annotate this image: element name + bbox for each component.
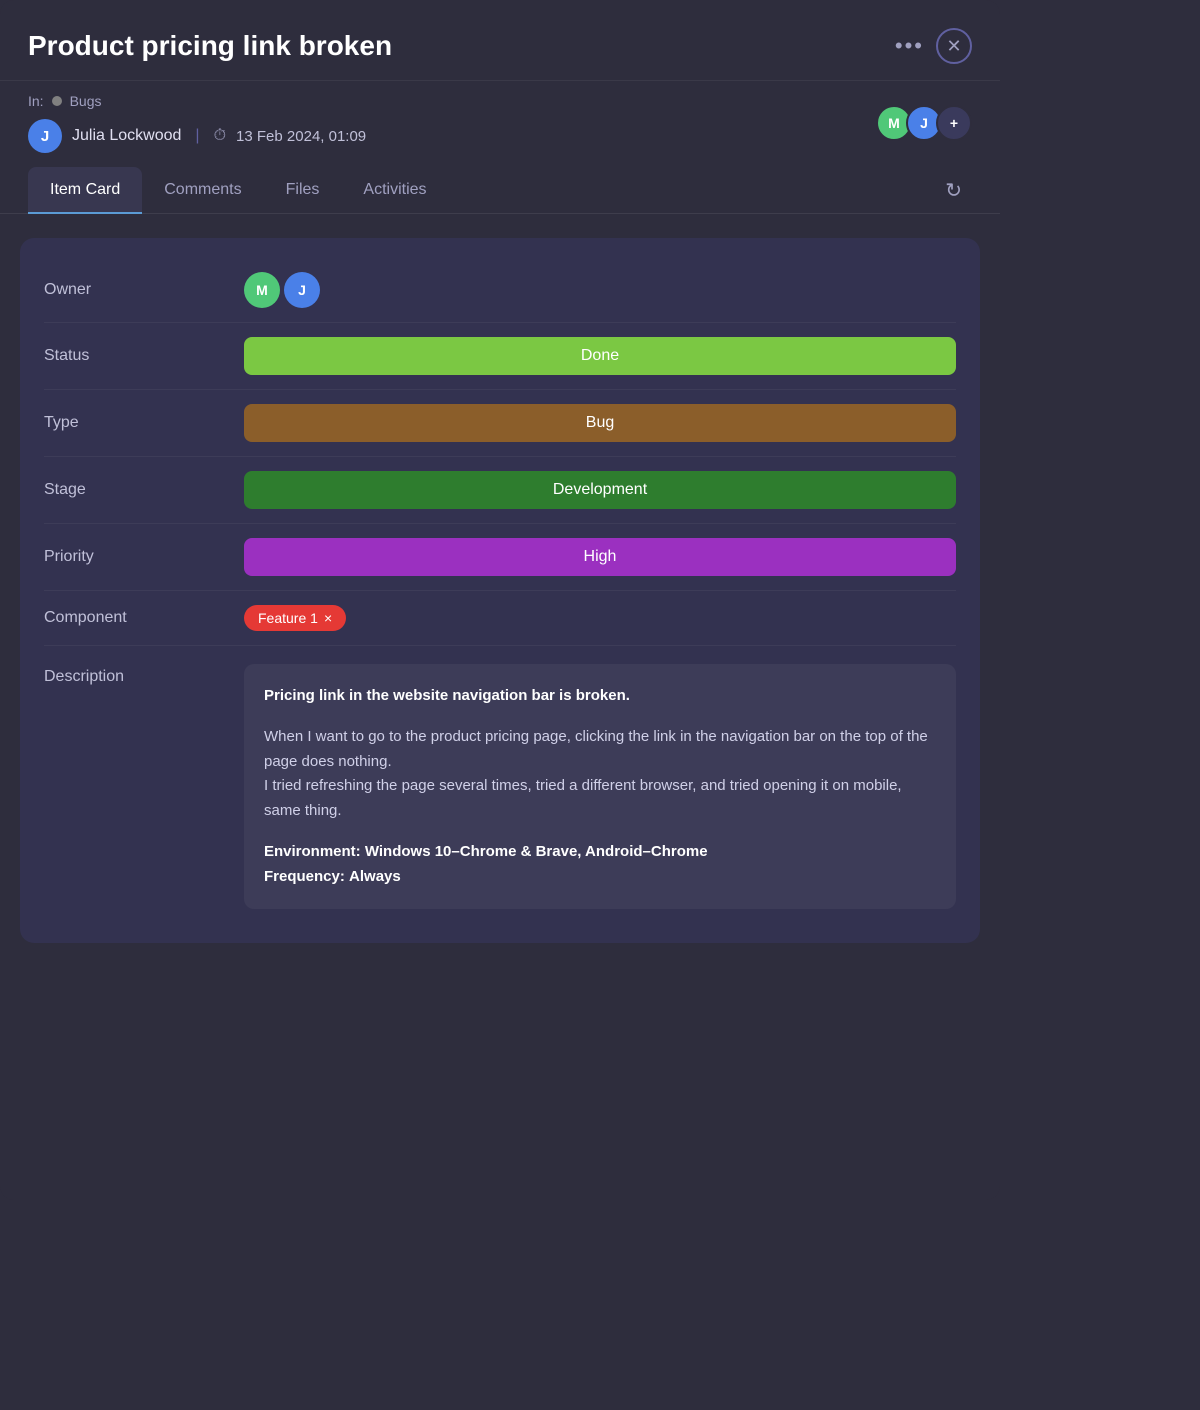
user-name: Julia Lockwood <box>72 127 181 145</box>
breadcrumb-category: Bugs <box>70 93 102 109</box>
owner-value: M J <box>244 272 956 308</box>
field-component: Component Feature 1 × <box>44 591 956 646</box>
component-label: Component <box>44 609 244 627</box>
env-value: Windows 10–Chrome & Brave, Android–Chrom… <box>365 843 708 860</box>
component-remove-icon[interactable]: × <box>324 610 332 626</box>
stage-value: Development <box>244 471 956 509</box>
avatar-group: M J + <box>882 105 972 141</box>
divider: | <box>195 127 199 145</box>
owner-avatar-j[interactable]: J <box>284 272 320 308</box>
field-owner: Owner M J <box>44 258 956 323</box>
tab-item-card[interactable]: Item Card <box>28 167 142 213</box>
stage-badge[interactable]: Development <box>244 471 956 509</box>
tab-comments[interactable]: Comments <box>142 167 263 213</box>
in-label: In: <box>28 93 44 109</box>
component-tag-text: Feature 1 <box>258 610 318 626</box>
subheader-left: In: Bugs J Julia Lockwood | ⏱ 13 Feb 202… <box>28 93 366 153</box>
freq-line: Frequency: Always <box>264 865 936 890</box>
user-avatar: J <box>28 119 62 153</box>
priority-badge[interactable]: High <box>244 538 956 576</box>
time-icon: ⏱ <box>214 127 226 145</box>
user-row: J Julia Lockwood | ⏱ 13 Feb 2024, 01:09 <box>28 119 366 153</box>
header-actions: ••• ✕ <box>895 28 972 64</box>
field-stage: Stage Development <box>44 457 956 524</box>
tabs-bar: Item Card Comments Files Activities ↻ <box>0 167 1000 214</box>
tab-item-card-label: Item Card <box>50 181 120 198</box>
description-bold: Pricing link in the website navigation b… <box>264 684 936 709</box>
content-area: Owner M J Status Done Type Bug <box>0 214 1000 967</box>
description-box: Pricing link in the website navigation b… <box>244 664 956 909</box>
status-label: Status <box>44 347 244 365</box>
type-badge[interactable]: Bug <box>244 404 956 442</box>
breadcrumb-dot <box>52 96 62 106</box>
component-value: Feature 1 × <box>244 605 956 631</box>
add-member-button[interactable]: + <box>936 105 972 141</box>
component-tag[interactable]: Feature 1 × <box>244 605 346 631</box>
type-value: Bug <box>244 404 956 442</box>
breadcrumb: In: Bugs <box>28 93 366 109</box>
field-status: Status Done <box>44 323 956 390</box>
priority-label: Priority <box>44 548 244 566</box>
modal-title: Product pricing link broken <box>28 30 392 62</box>
tab-files[interactable]: Files <box>264 167 342 213</box>
tab-activities-label: Activities <box>363 181 426 198</box>
timestamp: 13 Feb 2024, 01:09 <box>236 128 366 145</box>
modal-container: Product pricing link broken ••• ✕ In: Bu… <box>0 0 1000 1200</box>
field-description: Description Pricing link in the website … <box>44 646 956 923</box>
freq-label: Frequency: <box>264 868 345 885</box>
description-value: Pricing link in the website navigation b… <box>244 664 956 909</box>
field-type: Type Bug <box>44 390 956 457</box>
stage-label: Stage <box>44 481 244 499</box>
close-button[interactable]: ✕ <box>936 28 972 64</box>
field-priority: Priority High <box>44 524 956 591</box>
env-label: Environment: <box>264 843 361 860</box>
refresh-button[interactable]: ↻ <box>935 168 972 213</box>
status-badge[interactable]: Done <box>244 337 956 375</box>
more-button[interactable]: ••• <box>895 33 924 59</box>
type-label: Type <box>44 414 244 432</box>
item-card: Owner M J Status Done Type Bug <box>20 238 980 943</box>
tab-comments-label: Comments <box>164 181 241 198</box>
subheader: In: Bugs J Julia Lockwood | ⏱ 13 Feb 202… <box>0 81 1000 167</box>
owner-avatar-m[interactable]: M <box>244 272 280 308</box>
owner-label: Owner <box>44 281 244 299</box>
status-value: Done <box>244 337 956 375</box>
freq-value: Always <box>349 868 401 885</box>
env-line: Environment: Windows 10–Chrome & Brave, … <box>264 840 936 865</box>
priority-value: High <box>244 538 956 576</box>
description-label: Description <box>44 664 244 686</box>
tab-files-label: Files <box>286 181 320 198</box>
tab-activities[interactable]: Activities <box>341 167 448 213</box>
description-body: When I want to go to the product pricing… <box>264 725 936 824</box>
header: Product pricing link broken ••• ✕ <box>0 0 1000 81</box>
subheader-right: M J + <box>882 105 972 141</box>
description-env: Environment: Windows 10–Chrome & Brave, … <box>264 840 936 890</box>
